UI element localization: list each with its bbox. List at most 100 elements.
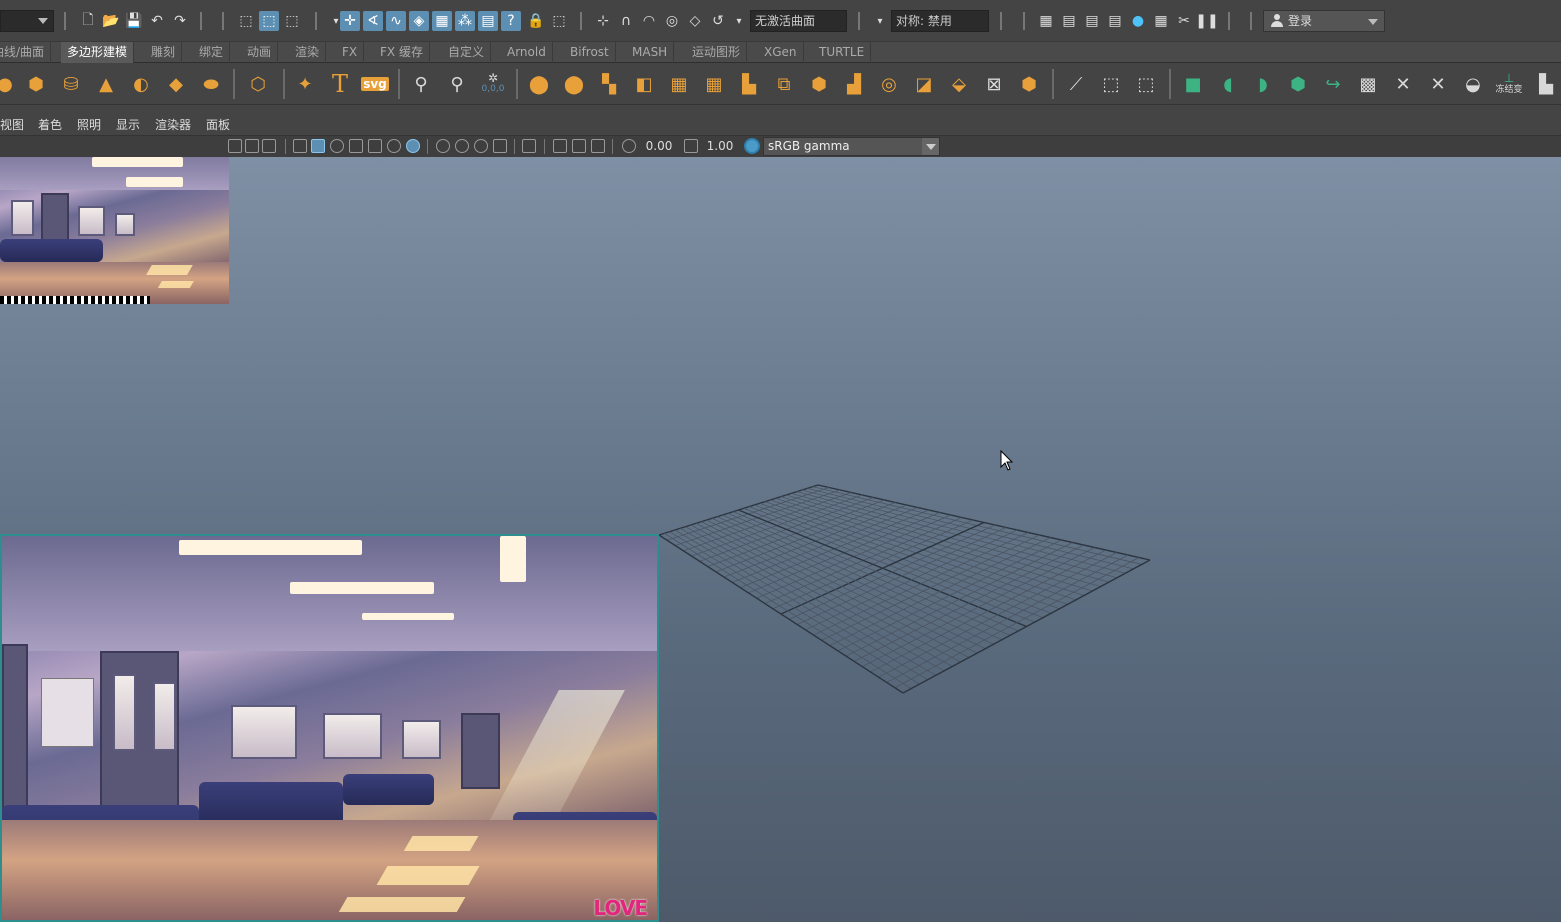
menu-set-select[interactable]: [0, 10, 54, 32]
ipr-render-icon[interactable]: ▤: [1082, 11, 1102, 31]
select-rendering-icon[interactable]: ▤: [478, 11, 498, 31]
freeze-transform-button[interactable]: ⊥ 冻结变: [1492, 71, 1526, 97]
poly-plane-icon[interactable]: ◆: [163, 71, 189, 97]
measure-tool-icon[interactable]: ⚲: [408, 71, 434, 97]
live-surface-field[interactable]: 无激活曲面: [750, 10, 847, 32]
xray-icon[interactable]: [553, 139, 567, 153]
menu-shading[interactable]: 着色: [38, 116, 62, 133]
append-polygon-icon[interactable]: ▟: [841, 71, 867, 97]
type-tool-icon[interactable]: T: [327, 70, 353, 98]
shelf-tab-fx[interactable]: FX: [336, 42, 365, 63]
shelf-tab-motion-graphics[interactable]: 运动图形: [686, 42, 748, 63]
quad-draw-icon[interactable]: ⊠: [981, 71, 1007, 97]
uv-sew-icon[interactable]: ✕: [1425, 71, 1451, 97]
shelf-tab-custom[interactable]: 自定义: [442, 42, 492, 63]
select-dynamics-icon[interactable]: ⁂: [455, 11, 475, 31]
multi-cut-icon[interactable]: ◎: [876, 71, 902, 97]
select-handles-icon[interactable]: ✛: [340, 11, 360, 31]
poly-cylinder-icon[interactable]: ⛁: [58, 71, 84, 97]
new-scene-icon[interactable]: 🗋: [78, 11, 98, 31]
field-chart-icon[interactable]: [262, 139, 276, 153]
screen-space-ao-icon[interactable]: [436, 139, 450, 153]
snap-point-icon[interactable]: ◠: [639, 11, 659, 31]
snap-grid-icon[interactable]: ⊹: [593, 11, 613, 31]
target-weld-icon[interactable]: ◪: [911, 71, 937, 97]
snap-projected-center-icon[interactable]: ◎: [662, 11, 682, 31]
default-material-icon[interactable]: [330, 139, 344, 153]
select-component-icon[interactable]: ⬚: [282, 11, 302, 31]
lock-icon[interactable]: 🔒: [526, 11, 546, 31]
bevel-icon[interactable]: ⧉: [771, 71, 797, 97]
insert-edge-icon[interactable]: ⬚: [1133, 71, 1159, 97]
slide-edge-icon[interactable]: ⟋: [1063, 71, 1089, 97]
render-settings-icon[interactable]: ▦: [1036, 11, 1056, 31]
select-misc-icon[interactable]: ?: [501, 11, 521, 31]
gate-mask-icon[interactable]: [245, 139, 259, 153]
shelf-tab-animation[interactable]: 动画: [241, 42, 279, 63]
shadows-icon[interactable]: [406, 139, 420, 153]
shelf-tab-rigging[interactable]: 绑定: [193, 42, 231, 63]
history-icon[interactable]: ▙: [1533, 71, 1559, 97]
isolate-select-icon[interactable]: [522, 139, 536, 153]
hypershade-icon[interactable]: ●: [1128, 11, 1148, 31]
exposure-icon[interactable]: [622, 139, 636, 153]
uv-cut-icon[interactable]: ✕: [1390, 71, 1416, 97]
viewport[interactable]: LOVE: [0, 157, 1561, 922]
image-plane-reference[interactable]: LOVE: [0, 534, 659, 922]
view-transform-select[interactable]: sRGB gamma: [763, 137, 940, 156]
fill-hole-icon[interactable]: ⬢: [806, 71, 832, 97]
snap-view-plane-icon[interactable]: ◇: [685, 11, 705, 31]
shelf-tab-rendering[interactable]: 渲染: [289, 42, 327, 63]
anti-aliasing-icon[interactable]: [474, 139, 488, 153]
shelf-tab-mash[interactable]: MASH: [626, 42, 675, 63]
select-curves-icon[interactable]: ∿: [386, 11, 406, 31]
smooth-icon[interactable]: ▚: [596, 71, 622, 97]
connect-icon[interactable]: ⬙: [946, 71, 972, 97]
pause-icon[interactable]: ❚❚: [1195, 11, 1218, 31]
depth-of-field-icon[interactable]: [493, 139, 507, 153]
dropdown-icon[interactable]: ▾: [870, 11, 890, 31]
open-scene-icon[interactable]: 📂: [101, 11, 121, 31]
super-shape-icon[interactable]: ✦: [292, 71, 318, 97]
undo-icon[interactable]: ↶: [147, 11, 167, 31]
combine-icon[interactable]: ⬤: [526, 71, 552, 97]
shelf-tab-sculpting[interactable]: 雕刻: [145, 42, 183, 63]
select-joints-icon[interactable]: ∢: [363, 11, 383, 31]
edge-loop-icon[interactable]: ⬚: [1098, 71, 1124, 97]
shelf-tab-arnold[interactable]: Arnold: [501, 42, 553, 63]
poly-platonic-icon[interactable]: ⬡: [245, 71, 271, 97]
poly-cone-icon[interactable]: ▲: [93, 71, 119, 97]
uv-planar-icon[interactable]: ■: [1180, 71, 1206, 97]
mirror-icon[interactable]: ▦: [666, 71, 692, 97]
render-view-icon[interactable]: ▤: [1105, 11, 1125, 31]
arnold-render-icon[interactable]: ✂: [1174, 11, 1194, 31]
sculpt-icon[interactable]: ⬢: [1016, 71, 1042, 97]
separate-icon[interactable]: ⬤: [561, 71, 587, 97]
xray-active-icon[interactable]: [572, 139, 586, 153]
menu-view[interactable]: 视图: [0, 116, 24, 133]
shelf-tab-turtle[interactable]: TURTLE: [813, 42, 872, 63]
shelf-tab-curves[interactable]: 曲线/曲面: [0, 42, 52, 63]
lights-icon[interactable]: [387, 139, 401, 153]
exposure-field[interactable]: 0.00: [640, 138, 678, 155]
select-deformations-icon[interactable]: ▦: [432, 11, 452, 31]
wireframe-icon[interactable]: [293, 139, 307, 153]
symmetry-field[interactable]: 对称: 禁用: [891, 10, 989, 32]
gamma-icon[interactable]: [684, 139, 698, 153]
uv-editor-icon[interactable]: ▩: [1355, 71, 1381, 97]
wireframe-on-shaded-icon[interactable]: [349, 139, 363, 153]
highlight-selection-icon[interactable]: ⬚: [549, 11, 569, 31]
poly-sphere-icon[interactable]: ●: [0, 71, 18, 97]
gamma-field[interactable]: 1.00: [702, 138, 738, 155]
uv-contour-icon[interactable]: ↪: [1320, 71, 1346, 97]
image-plane-thumbnail[interactable]: [0, 157, 229, 304]
make-live-icon[interactable]: ↺: [708, 11, 728, 31]
color-management-icon[interactable]: [744, 138, 760, 154]
menu-panels[interactable]: 面板: [206, 116, 230, 133]
motion-blur-icon[interactable]: [455, 139, 469, 153]
extrude-icon[interactable]: ▦: [701, 71, 727, 97]
textured-icon[interactable]: [368, 139, 382, 153]
snap-together-icon[interactable]: ✲ 0,0,0: [480, 71, 506, 97]
shelf-tab-fx-caching[interactable]: FX 缓存: [374, 42, 430, 63]
snap-curve-icon[interactable]: ∩: [616, 11, 636, 31]
